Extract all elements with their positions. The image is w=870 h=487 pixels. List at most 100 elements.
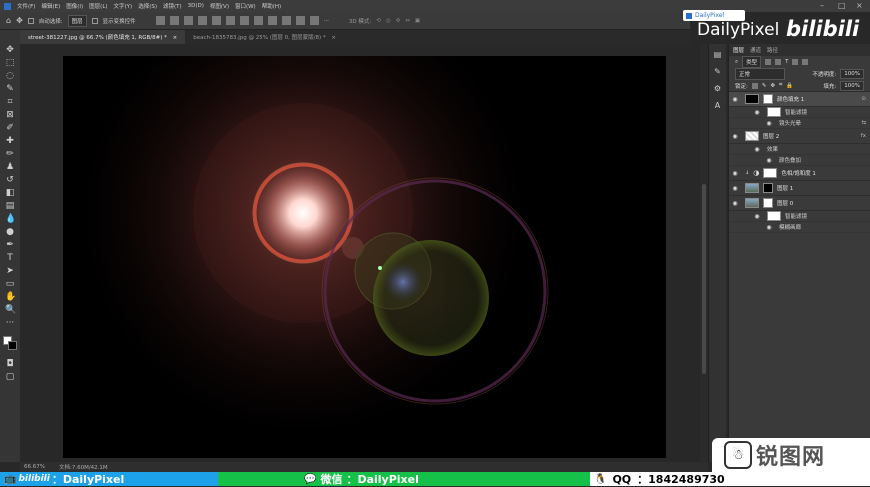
filter-smart-icon[interactable] [802, 59, 809, 65]
clone-stamp-icon[interactable]: ♟ [5, 163, 15, 172]
character-panel-icon[interactable]: A [715, 101, 720, 110]
maximize-icon[interactable]: □ [838, 1, 846, 10]
document-canvas[interactable] [63, 56, 666, 458]
scrollbar-thumb[interactable] [702, 184, 706, 374]
close-tab-icon[interactable]: × [331, 35, 336, 41]
eyedropper-tool-icon[interactable]: ✐ [5, 124, 15, 133]
close-tab-icon[interactable]: × [173, 35, 178, 41]
show-transform-checkbox[interactable] [91, 17, 98, 24]
doc-tab-beach[interactable]: beach-1835783.jpg @ 25% (图层 0, 图层蒙版/8) *… [185, 30, 344, 44]
smart-filters-row[interactable]: ◉ 智能滤镜 [729, 211, 870, 222]
visibility-eye-icon[interactable]: ◉ [729, 170, 741, 177]
quick-select-tool-icon[interactable]: ✎ [5, 85, 15, 94]
distribute-top-icon[interactable] [239, 16, 249, 25]
align-bottom-icon[interactable] [225, 16, 235, 25]
color-swatches[interactable] [3, 336, 17, 350]
visibility-eye-icon[interactable]: ◉ [729, 200, 741, 207]
path-select-icon[interactable]: ➤ [5, 267, 15, 276]
lock-pixels-icon[interactable] [751, 82, 758, 89]
home-icon[interactable]: ⌂ [6, 16, 11, 25]
lock-paint-icon[interactable]: ✎ [762, 83, 767, 89]
3d-roll-icon[interactable]: ◎ [386, 18, 391, 24]
menu-type[interactable]: 文字(Y) [114, 2, 133, 10]
layer-name[interactable]: 图层 0 [777, 199, 793, 207]
menu-layer[interactable]: 图层(L) [89, 2, 107, 10]
menu-file[interactable]: 文件(F) [17, 2, 35, 10]
layer-row-layer-2[interactable]: ◉ 图层 2 fx [729, 129, 870, 144]
distribute-center-icon[interactable] [295, 16, 305, 25]
distribute-bottom-icon[interactable] [267, 16, 277, 25]
3d-rotate-icon[interactable]: ⟲ [376, 18, 381, 24]
pen-tool-icon[interactable]: ✒ [5, 241, 15, 250]
type-tool-icon[interactable]: T [5, 254, 15, 263]
brush-tool-icon[interactable]: ✏ [5, 150, 15, 159]
crop-tool-icon[interactable]: ⌗ [5, 98, 15, 107]
background-color[interactable] [8, 341, 17, 350]
filter-lens-flare-row[interactable]: ◉ 镜头光晕 ⇆ [729, 118, 870, 129]
vertical-scrollbar[interactable] [700, 44, 708, 462]
lasso-tool-icon[interactable]: ◌ [5, 72, 15, 81]
lock-move-icon[interactable]: ✥ [770, 83, 775, 89]
layer-name[interactable]: 色相/饱和度 1 [781, 169, 816, 177]
layer-name[interactable]: 颜色填充 1 [777, 95, 804, 103]
close-icon[interactable]: × [856, 1, 863, 10]
zoom-level[interactable]: 66.67% [24, 464, 45, 470]
filter-adjust-icon[interactable] [775, 59, 782, 65]
healing-brush-icon[interactable]: ✚ [5, 137, 15, 146]
history-brush-icon[interactable]: ↺ [5, 176, 15, 185]
visibility-eye-icon[interactable]: ◉ [751, 109, 763, 116]
3d-pan-icon[interactable]: ✣ [396, 18, 401, 24]
lock-artboard-icon[interactable]: ⌗ [779, 82, 782, 89]
align-center-icon[interactable] [169, 16, 179, 25]
menu-edit[interactable]: 编辑(E) [41, 2, 60, 10]
marquee-tool-icon[interactable]: ⬚ [5, 59, 15, 68]
filter-name[interactable]: 模糊画廊 [779, 223, 801, 231]
opacity-input[interactable]: 100% [840, 69, 864, 79]
menu-image[interactable]: 图像(I) [66, 2, 83, 10]
brush-panel-icon[interactable]: ✎ [714, 67, 721, 76]
lock-all-icon[interactable]: 🔒 [786, 83, 793, 89]
layer-name[interactable]: 图层 1 [777, 184, 793, 192]
auto-select-dropdown[interactable]: 图层 [67, 14, 87, 27]
layer-row-layer-1[interactable]: ◉ 图层 1 [729, 181, 870, 196]
fill-input[interactable]: 100% [840, 80, 864, 91]
visibility-eye-icon[interactable]: ◉ [729, 96, 741, 103]
effects-row[interactable]: ◉ 效果 [729, 144, 870, 155]
visibility-eye-icon[interactable]: ◉ [729, 185, 741, 192]
edit-toolbar-icon[interactable]: ··· [5, 319, 15, 328]
smart-filters-row[interactable]: ◉ 智能滤镜 [729, 107, 870, 118]
layer-row-layer-0[interactable]: ◉ 图层 0 [729, 196, 870, 211]
align-middle-icon[interactable] [211, 16, 221, 25]
menu-view[interactable]: 视图(V) [210, 2, 229, 10]
fx-icon[interactable]: fx [861, 133, 866, 139]
filter-options-icon[interactable]: ⇆ [861, 120, 866, 126]
align-right-icon[interactable] [183, 16, 193, 25]
more-options-icon[interactable]: ··· [324, 18, 329, 24]
layer-filter-dropdown[interactable]: 类型 [742, 56, 762, 68]
3d-scale-icon[interactable]: ▣ [415, 18, 420, 24]
visibility-eye-icon[interactable]: ◉ [751, 213, 763, 220]
layer-row-color-fill[interactable]: ◉ 颜色填充 1 ⊙ [729, 92, 870, 107]
align-top-icon[interactable] [197, 16, 207, 25]
distribute-left-icon[interactable] [281, 16, 291, 25]
menu-select[interactable]: 选择(S) [138, 2, 157, 10]
rectangle-tool-icon[interactable]: ▭ [5, 280, 15, 289]
distribute-middle-icon[interactable] [253, 16, 263, 25]
doc-tab-street[interactable]: street-381227.jpg @ 66.7% (颜色填充 1, RGB/8… [20, 30, 186, 44]
visibility-eye-icon[interactable]: ◉ [729, 133, 741, 140]
tab-channels[interactable]: 通道 [750, 46, 761, 54]
align-left-icon[interactable] [155, 16, 165, 25]
filter-shape-icon[interactable] [792, 59, 799, 65]
distribute-right-icon[interactable] [309, 16, 319, 25]
dodge-tool-icon[interactable]: ● [5, 228, 15, 237]
move-tool-icon[interactable]: ✥ [16, 16, 23, 25]
layer-name[interactable]: 图层 2 [763, 132, 779, 140]
move-tool-icon[interactable]: ✥ [5, 46, 15, 55]
3d-slide-icon[interactable]: ⇔ [405, 18, 410, 24]
properties-panel-icon[interactable]: ⚙ [714, 84, 721, 93]
filter-name[interactable]: 镜头光晕 [779, 119, 801, 127]
tab-paths[interactable]: 路径 [767, 46, 778, 54]
blend-mode-dropdown[interactable]: 正常 [735, 68, 785, 80]
visibility-eye-icon[interactable]: ◉ [763, 157, 775, 164]
minimize-icon[interactable]: – [820, 1, 824, 10]
